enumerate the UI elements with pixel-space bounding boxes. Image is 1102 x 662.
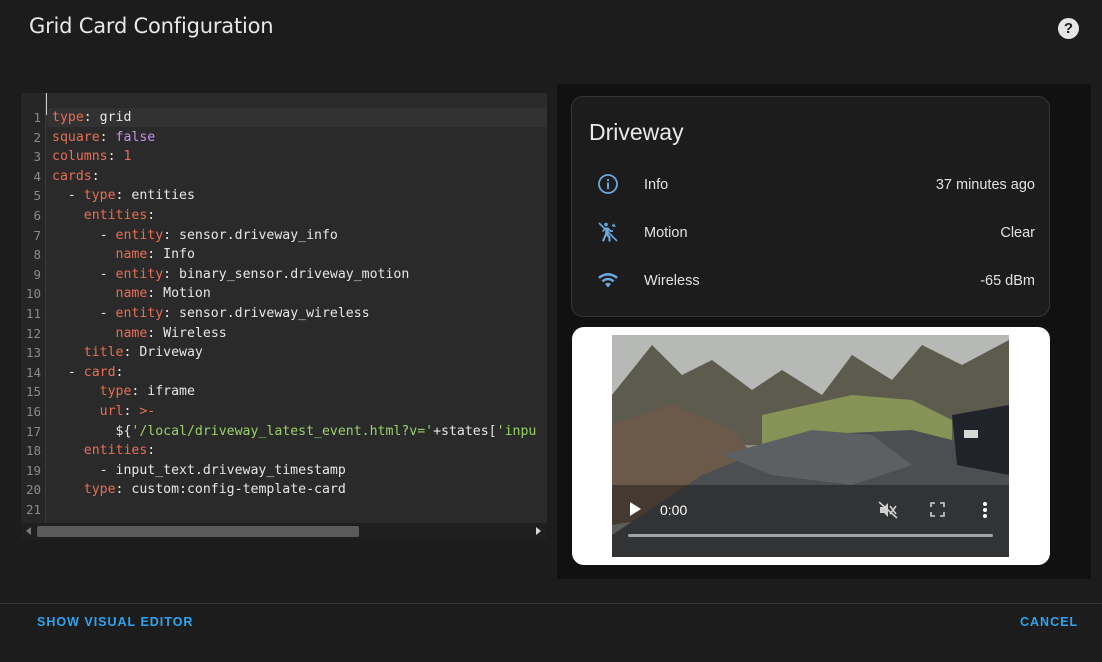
line-number: 20 [25,482,41,498]
entity-label: Wireless [644,273,700,289]
show-visual-editor-button[interactable]: SHOW VISUAL EDITOR [37,615,193,629]
horizontal-scrollbar[interactable] [21,523,547,540]
video-frame-image [612,335,1009,557]
entity-value: 37 minutes ago [935,177,1035,193]
entity-label: Motion [644,225,688,241]
scrollbar-thumb[interactable] [37,526,359,537]
code-line[interactable]: 9 - entity: binary_sensor.driveway_motio… [21,265,547,285]
scroll-left-arrow-icon[interactable] [26,527,31,535]
dialog: Grid Card Configuration ? 1 type: grid 2 sq… [0,0,1102,662]
entities-card: Driveway Info 37 minutes ago Motion Clea… [571,96,1050,317]
code-line[interactable]: 5 - type: entities [21,186,547,206]
code-line[interactable]: 18 entities: [21,441,547,461]
code-line[interactable]: 16 url: >- [21,402,547,422]
line-number: 3 [33,149,41,165]
line-number: 16 [25,403,41,419]
walk-icon [598,222,618,242]
line-number: 9 [33,266,41,282]
code-text[interactable]: name: Wireless [52,324,227,344]
code-text[interactable]: entities: [52,441,155,461]
code-line[interactable]: 15 type: iframe [21,382,547,402]
fullscreen-icon[interactable] [930,502,945,517]
line-number: 19 [25,462,41,478]
entity-value: -65 dBm [980,273,1035,289]
code-text[interactable]: - input_text.driveway_timestamp [52,461,346,481]
code-text[interactable]: - type: entities [52,186,195,206]
line-number: 10 [25,286,41,302]
code-line[interactable]: 14 - card: [21,363,547,383]
code-text[interactable]: - entity: sensor.driveway_wireless [52,304,370,324]
code-text[interactable]: square: false [52,128,155,148]
more-options-icon[interactable] [982,501,988,519]
video-player[interactable]: 0:00 [612,335,1009,557]
help-icon[interactable]: ? [1058,18,1079,39]
code-text[interactable]: - entity: binary_sensor.driveway_motion [52,265,410,285]
entities-card-title: Driveway [589,119,684,145]
volume-muted-icon[interactable] [878,501,898,519]
code-line[interactable]: 3 columns: 1 [21,147,547,167]
code-text[interactable]: columns: 1 [52,147,131,167]
code-text[interactable]: name: Info [52,245,195,265]
line-number: 18 [25,443,41,459]
code-text[interactable]: cards: [52,167,100,187]
line-number: 6 [33,207,41,223]
line-number: 8 [33,247,41,263]
code-line[interactable]: 10 name: Motion [21,284,547,304]
info-icon [598,174,618,194]
entity-value: Clear [1000,225,1035,241]
play-icon[interactable] [630,502,641,516]
code-line[interactable]: 6 entities: [21,206,547,226]
code-text[interactable]: entities: [52,206,155,226]
code-text[interactable]: title: Driveway [52,343,203,363]
entity-row-wireless[interactable]: Wireless -65 dBm [572,261,1051,301]
line-number: 11 [25,305,41,321]
line-number: 14 [25,364,41,380]
code-line[interactable]: 2 square: false [21,128,547,148]
footer-divider [0,603,1102,604]
line-number: 7 [33,227,41,243]
entity-row-motion[interactable]: Motion Clear [572,213,1051,253]
line-number: 1 [33,110,41,125]
code-text[interactable]: type: grid [52,108,131,128]
cancel-button[interactable]: CANCEL [1020,615,1078,629]
code-text[interactable]: name: Motion [52,284,211,304]
code-line[interactable]: 4 cards: [21,167,547,187]
line-number: 21 [25,501,41,517]
line-number: 5 [33,188,41,204]
dialog-title: Grid Card Configuration [29,14,274,38]
code-text[interactable]: ${'/local/driveway_latest_event.html?v='… [52,422,537,442]
code-line[interactable]: 1 type: grid [21,108,547,128]
code-line[interactable]: 13 title: Driveway [21,343,547,363]
code-text[interactable]: - card: [52,363,124,383]
code-line[interactable]: 8 name: Info [21,245,547,265]
line-number: 13 [25,345,41,361]
entity-label: Info [644,177,669,193]
line-number: 12 [25,325,41,341]
code-lines[interactable]: 1 type: grid 2 square: false 3 columns: 1 4 car… [21,108,547,519]
code-line[interactable]: 7 - entity: sensor.driveway_info [21,226,547,246]
code-line[interactable]: 11 - entity: sensor.driveway_wireless [21,304,547,324]
line-number: 15 [25,384,41,400]
code-line[interactable]: 17 ${'/local/driveway_latest_event.html?… [21,422,547,442]
line-number: 2 [33,129,41,145]
code-text[interactable]: - entity: sensor.driveway_info [52,226,338,246]
code-text[interactable]: type: custom:config-template-card [52,480,346,500]
wifi-icon [598,273,618,288]
code-text[interactable]: type: iframe [52,382,195,402]
video-time: 0:00 [660,502,688,518]
entity-row-info[interactable]: Info 37 minutes ago [572,165,1051,205]
code-line[interactable]: 20 type: custom:config-template-card [21,480,547,500]
line-number: 17 [25,423,41,439]
code-text[interactable]: url: >- [52,402,156,422]
code-line[interactable]: 12 name: Wireless [21,324,547,344]
yaml-code-editor[interactable]: 1 type: grid 2 square: false 3 columns: 1 4 car… [21,93,547,540]
scroll-right-arrow-icon[interactable] [536,527,541,535]
video-progress-bar[interactable] [628,534,993,537]
code-line[interactable]: 19 - input_text.driveway_timestamp [21,461,547,481]
line-number: 4 [33,168,41,184]
code-line[interactable]: 21 [21,500,547,520]
